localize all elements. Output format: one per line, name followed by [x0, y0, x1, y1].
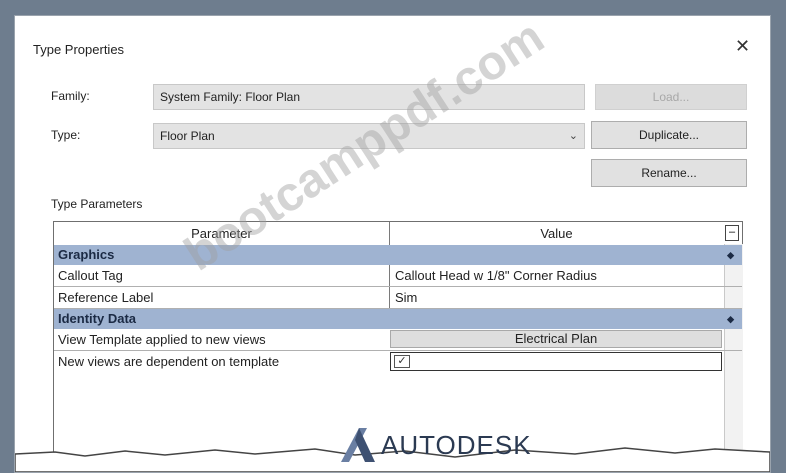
column-header-value[interactable]: Value: [390, 222, 723, 245]
rename-button[interactable]: Rename...: [591, 159, 747, 187]
parameter-name: Callout Tag: [58, 268, 123, 283]
table-row[interactable]: Reference Label Sim: [54, 287, 742, 309]
parameter-name: View Template applied to new views: [58, 332, 266, 347]
close-icon[interactable]: ✕: [735, 36, 750, 57]
type-select[interactable]: Floor Plan ⌄: [153, 123, 585, 149]
family-label: Family:: [51, 89, 90, 103]
dependent-template-cell: ✓: [390, 352, 722, 371]
view-template-button[interactable]: Electrical Plan: [390, 330, 722, 348]
type-properties-dialog: Type Properties ✕ Family: System Family:…: [14, 15, 771, 473]
group-label: Graphics: [58, 247, 115, 262]
table-header: Parameter Value –: [54, 222, 742, 246]
autodesk-logo: AUTODESK: [337, 424, 637, 464]
collapse-icon[interactable]: ◆: [727, 245, 734, 265]
duplicate-button[interactable]: Duplicate...: [591, 121, 747, 149]
chevron-down-icon: ⌄: [568, 130, 578, 142]
family-value: System Family: Floor Plan: [160, 90, 301, 104]
column-header-parameter[interactable]: Parameter: [54, 222, 389, 245]
table-row[interactable]: View Template applied to new views Elect…: [54, 329, 742, 351]
dialog-title: Type Properties: [33, 42, 125, 57]
group-header-graphics[interactable]: Graphics ◆: [54, 245, 742, 265]
dependent-template-checkbox[interactable]: ✓: [394, 355, 410, 368]
group-header-identity-data[interactable]: Identity Data ◆: [54, 309, 742, 329]
parameter-name: Reference Label: [58, 290, 154, 305]
cell-divider: [389, 287, 390, 308]
type-label: Type:: [51, 128, 81, 142]
group-label: Identity Data: [58, 311, 137, 326]
parameter-name: New views are dependent on template: [58, 354, 280, 369]
table-row[interactable]: Callout Tag Callout Head w 1/8" Corner R…: [54, 265, 742, 287]
family-field: System Family: Floor Plan: [153, 84, 585, 110]
collapse-icon[interactable]: ◆: [727, 309, 734, 329]
autodesk-logo-icon: [341, 428, 375, 462]
collapse-all-button[interactable]: –: [725, 225, 739, 241]
type-value: Floor Plan: [160, 129, 215, 143]
autodesk-logo-text: AUTODESK: [381, 430, 532, 460]
parameter-value[interactable]: Callout Head w 1/8" Corner Radius: [395, 265, 597, 286]
load-button[interactable]: Load...: [595, 84, 747, 110]
type-parameters-label: Type Parameters: [51, 197, 143, 211]
table-row[interactable]: New views are dependent on template ✓: [54, 351, 742, 373]
cell-divider: [389, 265, 390, 286]
parameter-value[interactable]: Sim: [395, 287, 417, 308]
